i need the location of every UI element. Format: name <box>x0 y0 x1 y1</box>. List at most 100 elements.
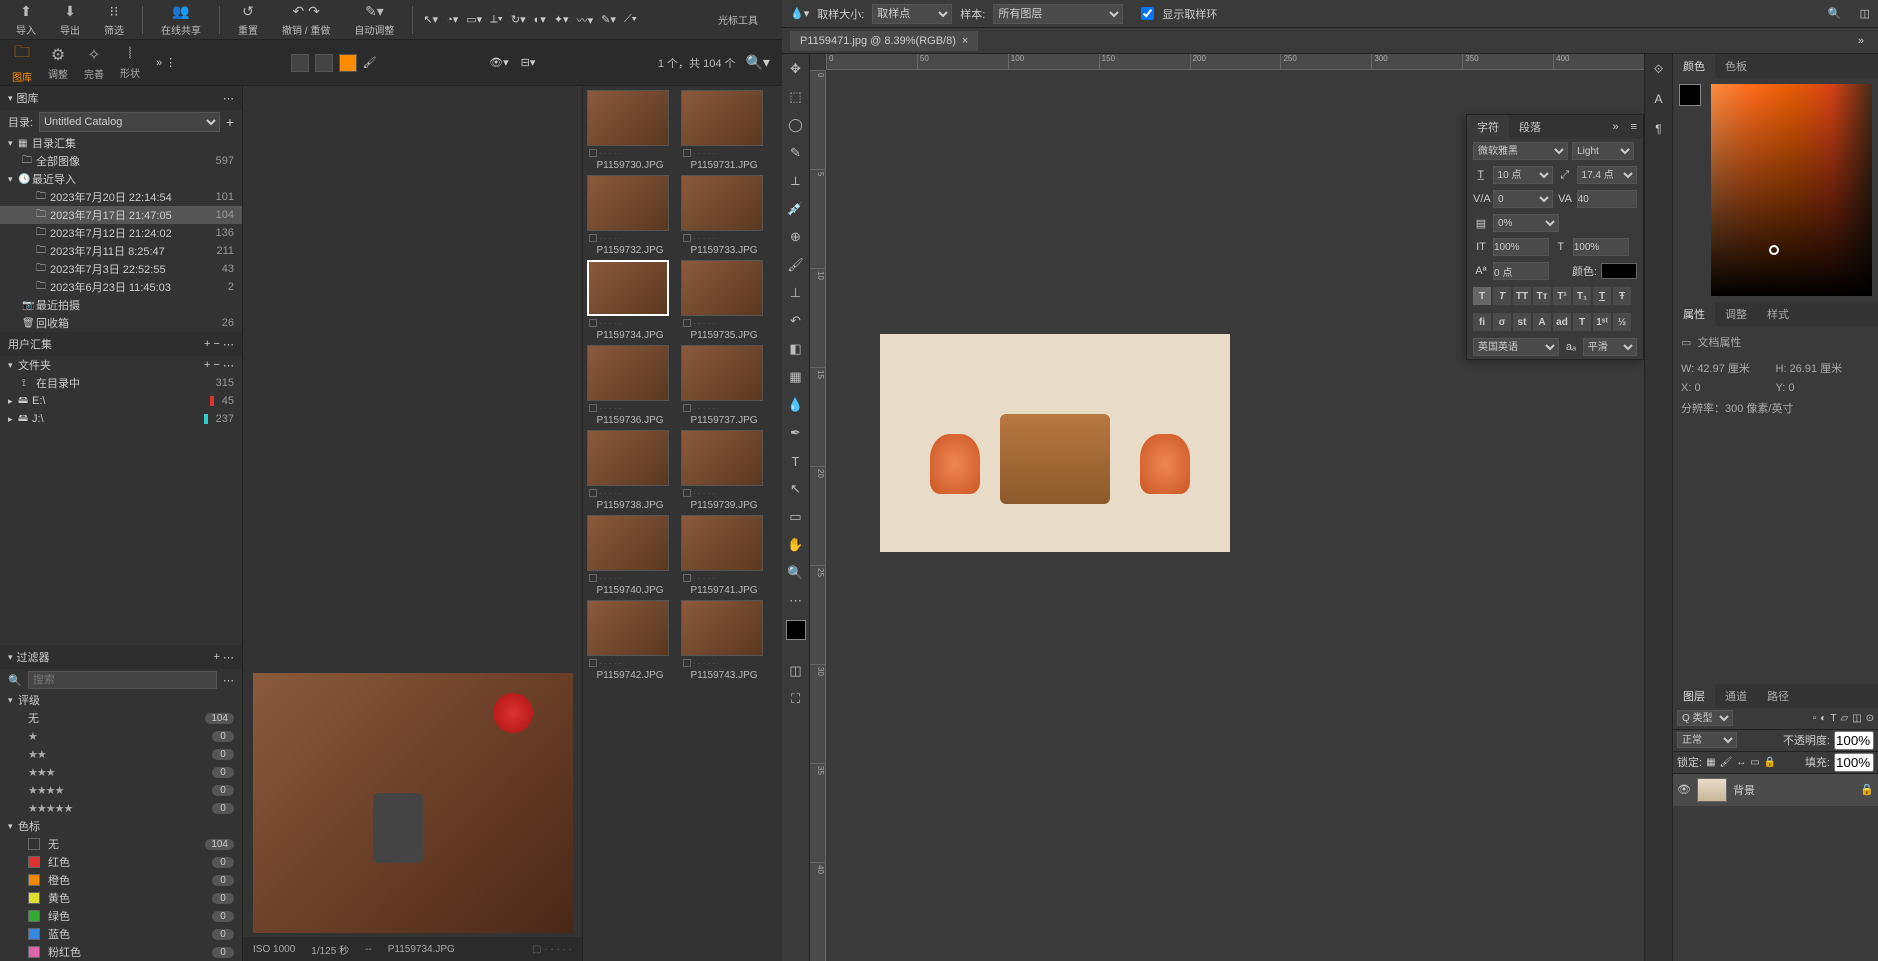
shape-tool[interactable]: ▭ <box>785 506 807 528</box>
filter-toggle[interactable]: ⊙ <box>1866 713 1874 724</box>
underline-button[interactable]: T <box>1593 287 1611 305</box>
filter-rating-item[interactable]: ★★★★★0 <box>0 799 242 817</box>
lock-pixels-icon[interactable]: ▦ <box>1706 757 1715 768</box>
panel-library-header[interactable]: ▾图库⋯ <box>0 86 242 110</box>
ot-1st[interactable]: 1ˢᵗ <box>1593 313 1611 331</box>
tree-date-item[interactable]: 🗀2023年6月23日 11:45:032 <box>0 278 242 296</box>
thumbnail-item[interactable]: · · · · ·P1159734.JPG <box>587 260 673 341</box>
auto-button[interactable]: ✎▾自动调整 <box>342 1 406 39</box>
sample-size-select[interactable]: 取样点 <box>872 4 952 24</box>
ot-ad[interactable]: ad <box>1553 313 1571 331</box>
tab-finish[interactable]: ✧完善 <box>76 42 112 84</box>
baseline-input[interactable] <box>1493 262 1549 280</box>
filter-rating-header[interactable]: ▾评级 <box>0 691 242 709</box>
vscale-input[interactable] <box>1493 238 1549 256</box>
tool-icon[interactable]: ⟋▾ <box>620 13 641 26</box>
opacity-input[interactable] <box>1834 731 1874 750</box>
show-ring-checkbox[interactable] <box>1141 7 1154 20</box>
filter-color-header[interactable]: ▾色标 <box>0 817 242 835</box>
filter-smart-icon[interactable]: ◫ <box>1852 713 1861 724</box>
tab-layers[interactable]: 图层 <box>1673 684 1715 708</box>
filter-rating-item[interactable]: 无104 <box>0 709 242 727</box>
search-icon[interactable]: 🔍▾ <box>746 54 778 71</box>
adjust-icon[interactable]: ⊟▾ <box>515 56 542 69</box>
filter-adjust-icon[interactable]: ◐ <box>1820 713 1826 724</box>
tab-adjustments[interactable]: 调整 <box>1715 302 1757 326</box>
thumbnail-strip[interactable]: · · · · ·P1159730.JPG· · · · ·P1159731.J… <box>582 86 782 961</box>
text-color-swatch[interactable] <box>1601 263 1637 279</box>
workspace-icon[interactable]: ◫ <box>1850 7 1870 20</box>
tree-drive-item[interactable]: ▸🖴J:\237 <box>0 410 242 428</box>
filter-color-item[interactable]: 绿色0 <box>0 907 242 925</box>
tree-all-images[interactable]: 🗀全部图像597 <box>0 152 242 170</box>
more-icon[interactable]: ⋯ <box>223 92 234 105</box>
lock-artboard-icon[interactable]: ▭ <box>1750 757 1759 768</box>
pen-tool[interactable]: ✒ <box>785 422 807 444</box>
tree-in-catalog[interactable]: ⟟在目录中315 <box>0 374 242 392</box>
heal-tool[interactable]: ⊕ <box>785 226 807 248</box>
tool-icon[interactable]: ◐▾ <box>530 13 550 26</box>
filter-search-input[interactable] <box>28 671 217 689</box>
more-icon[interactable]: ⋯ <box>223 338 234 351</box>
layer-kind-select[interactable]: Q 类型 <box>1677 710 1733 726</box>
history-brush-tool[interactable]: ↶ <box>785 310 807 332</box>
tab-styles[interactable]: 样式 <box>1757 302 1799 326</box>
brush-icon[interactable]: 🖌 <box>363 56 377 69</box>
eyedropper-tool[interactable]: 💉 <box>785 198 807 220</box>
brush-tool-icon[interactable]: 〰▾ <box>573 12 598 28</box>
tab-channels[interactable]: 通道 <box>1715 684 1757 708</box>
tree-folders[interactable]: ▾文件夹+ − ⋯ <box>0 356 242 374</box>
dock-swap-icon[interactable]: ⟐ <box>1648 58 1670 80</box>
arrow-tool-icon[interactable]: ↖▾ <box>419 13 442 26</box>
undo-redo-button[interactable]: ↶ ↷撤销 / 重做 <box>270 1 342 39</box>
tool-icon[interactable]: ✦▾ <box>550 13 573 26</box>
dock-char-icon[interactable]: A <box>1648 88 1670 110</box>
font-family-select[interactable]: 微软雅黑 <box>1473 142 1568 160</box>
plus-icon[interactable]: + <box>214 651 220 663</box>
tree-date-item[interactable]: 🗀2023年7月17日 21:47:05104 <box>0 206 242 224</box>
more-icon[interactable]: ⋯ <box>223 674 234 687</box>
dock-para-icon[interactable]: ¶ <box>1648 118 1670 140</box>
search-icon[interactable]: 🔍 <box>1828 7 1842 20</box>
filter-rating-item[interactable]: ★★★0 <box>0 763 242 781</box>
tab-color[interactable]: 颜色 <box>1673 54 1715 78</box>
tab-adjust[interactable]: ⚙调整 <box>40 42 76 84</box>
add-catalog-button[interactable]: + <box>226 114 234 130</box>
gradient-tool[interactable]: ▦ <box>785 366 807 388</box>
crop-tool[interactable]: ⟂ <box>785 170 807 192</box>
move-tool[interactable]: ✥ <box>785 58 807 80</box>
lasso-tool[interactable]: ◯ <box>785 114 807 136</box>
filter-button[interactable]: ⁝⁝筛选 <box>92 1 136 39</box>
tree-date-item[interactable]: 🗀2023年7月11日 8:25:47211 <box>0 242 242 260</box>
close-icon[interactable]: × <box>962 35 968 47</box>
menu-icon[interactable]: ≡ <box>1625 121 1643 133</box>
rating-dots[interactable]: ▢ · · · · · <box>532 944 572 955</box>
crop-tool-icon[interactable]: ⟂▾ <box>486 13 507 26</box>
canvas-image[interactable] <box>880 334 1230 552</box>
ot-A[interactable]: A <box>1533 313 1551 331</box>
bold-button[interactable]: T <box>1473 287 1491 305</box>
thumbnail-item[interactable]: · · · · ·P1159739.JPG <box>681 430 767 511</box>
blend-mode-select[interactable]: 正常 <box>1677 732 1737 748</box>
leading-select[interactable]: 17.4 点 <box>1577 166 1637 184</box>
tool-icon[interactable]: ▭▾ <box>462 13 486 26</box>
screenmode-tool[interactable]: ⛶ <box>785 688 807 710</box>
thumbnail-item[interactable]: · · · · ·P1159733.JPG <box>681 175 767 256</box>
tab-properties[interactable]: 属性 <box>1673 302 1715 326</box>
ot-sigma[interactable]: σ <box>1493 313 1511 331</box>
filter-color-item[interactable]: 蓝色0 <box>0 925 242 943</box>
panel-filter-header[interactable]: ▾过滤器+ ⋯ <box>0 645 242 669</box>
lock-pos-icon[interactable]: ↔ <box>1736 757 1746 768</box>
tool-icon[interactable]: ✎▾ <box>597 13 620 26</box>
hscale-input[interactable] <box>1573 238 1629 256</box>
superscript-button[interactable]: T¹ <box>1553 287 1571 305</box>
path-tool[interactable]: ↖ <box>785 478 807 500</box>
thumbnail-item[interactable]: · · · · ·P1159730.JPG <box>587 90 673 171</box>
filter-color-item[interactable]: 红色0 <box>0 853 242 871</box>
type-tool[interactable]: T <box>785 450 807 472</box>
filter-image-icon[interactable]: ▫ <box>1813 713 1817 724</box>
strike-button[interactable]: Ŧ <box>1613 287 1631 305</box>
import-button[interactable]: ⬆导入 <box>4 1 48 39</box>
thumbnail-item[interactable]: · · · · ·P1159738.JPG <box>587 430 673 511</box>
tree-date-item[interactable]: 🗀2023年7月3日 22:52:5543 <box>0 260 242 278</box>
